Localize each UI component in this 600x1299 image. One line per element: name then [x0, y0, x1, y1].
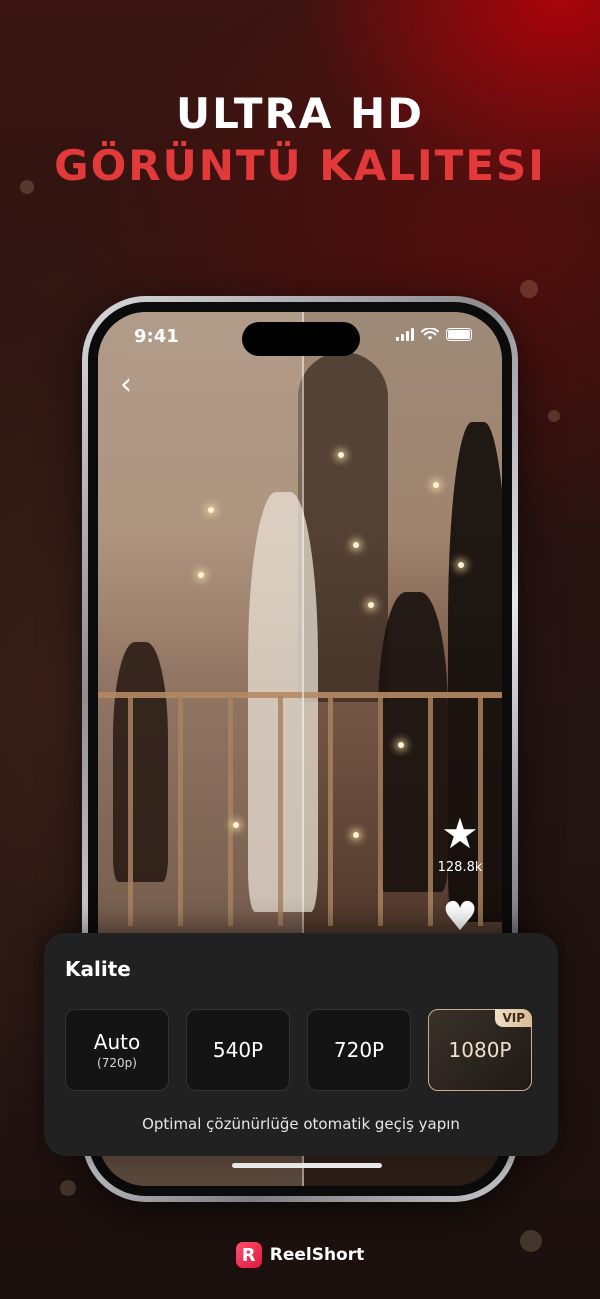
- brand-name: ReelShort: [269, 1245, 365, 1265]
- fairy-light: [368, 602, 374, 608]
- quality-option-sublabel: (720p): [97, 1056, 137, 1070]
- quality-option-label: 720P: [333, 1038, 385, 1062]
- headline: ULTRA HD GÖRÜNTÜ KALITESI: [0, 88, 600, 192]
- dynamic-island: [242, 322, 360, 356]
- quality-option-540p[interactable]: 540P: [186, 1009, 290, 1091]
- fairy-light: [198, 572, 204, 578]
- brand: R ReelShort: [0, 1242, 600, 1268]
- scene-person: [113, 642, 168, 882]
- fairy-light: [458, 562, 464, 568]
- quality-option-label: 1080P: [448, 1038, 512, 1062]
- battery-icon: [446, 328, 472, 341]
- railing-post: [228, 696, 233, 926]
- quality-option-auto[interactable]: Auto (720p): [65, 1009, 169, 1091]
- star-icon[interactable]: ★: [432, 812, 488, 856]
- back-chevron-icon[interactable]: ‹: [120, 370, 132, 400]
- fairy-light: [208, 507, 214, 513]
- scene-railing: [98, 692, 502, 698]
- status-icons: [396, 328, 472, 341]
- headline-line-2: GÖRÜNTÜ KALITESI: [54, 141, 546, 190]
- wifi-icon: [421, 328, 439, 340]
- railing-post: [378, 696, 383, 926]
- side-actions: ★ 128.8k ♥: [432, 812, 488, 940]
- quality-option-1080p[interactable]: VIP 1080P: [428, 1009, 532, 1091]
- quality-hint: Optimal çözünürlüğe otomatik geçiş yapın: [142, 1115, 460, 1133]
- quality-option-label: 540P: [212, 1038, 264, 1062]
- quality-option-label: Auto: [93, 1030, 141, 1054]
- scene-person: [248, 492, 318, 912]
- railing-post: [278, 696, 283, 926]
- quality-sheet: Kalite Auto (720p) 540P 720P VIP 1080P O…: [44, 933, 558, 1156]
- fairy-light: [433, 482, 439, 488]
- status-bar: 9:41: [98, 312, 502, 360]
- vip-badge: VIP: [495, 1009, 532, 1027]
- railing-post: [328, 696, 333, 926]
- railing-post: [128, 696, 133, 926]
- home-indicator[interactable]: [232, 1163, 382, 1168]
- headline-line-1: ULTRA HD: [175, 89, 425, 138]
- fairy-light: [353, 542, 359, 548]
- bokeh-dot: [60, 1180, 76, 1196]
- quality-options: Auto (720p) 540P 720P VIP 1080P: [65, 1009, 532, 1091]
- fairy-light: [233, 822, 239, 828]
- favorite-count: 128.8k: [437, 860, 483, 875]
- status-time: 9:41: [134, 326, 179, 347]
- railing-post: [178, 696, 183, 926]
- quality-option-720p[interactable]: 720P: [307, 1009, 411, 1091]
- quality-sheet-title: Kalite: [65, 957, 131, 981]
- fairy-light: [338, 452, 344, 458]
- cellular-signal-icon: [396, 328, 414, 341]
- bokeh-dot: [548, 410, 560, 422]
- bokeh-dot: [520, 280, 538, 298]
- fairy-light: [353, 832, 359, 838]
- fairy-light: [398, 742, 404, 748]
- reelshort-logo-icon: R: [235, 1242, 262, 1268]
